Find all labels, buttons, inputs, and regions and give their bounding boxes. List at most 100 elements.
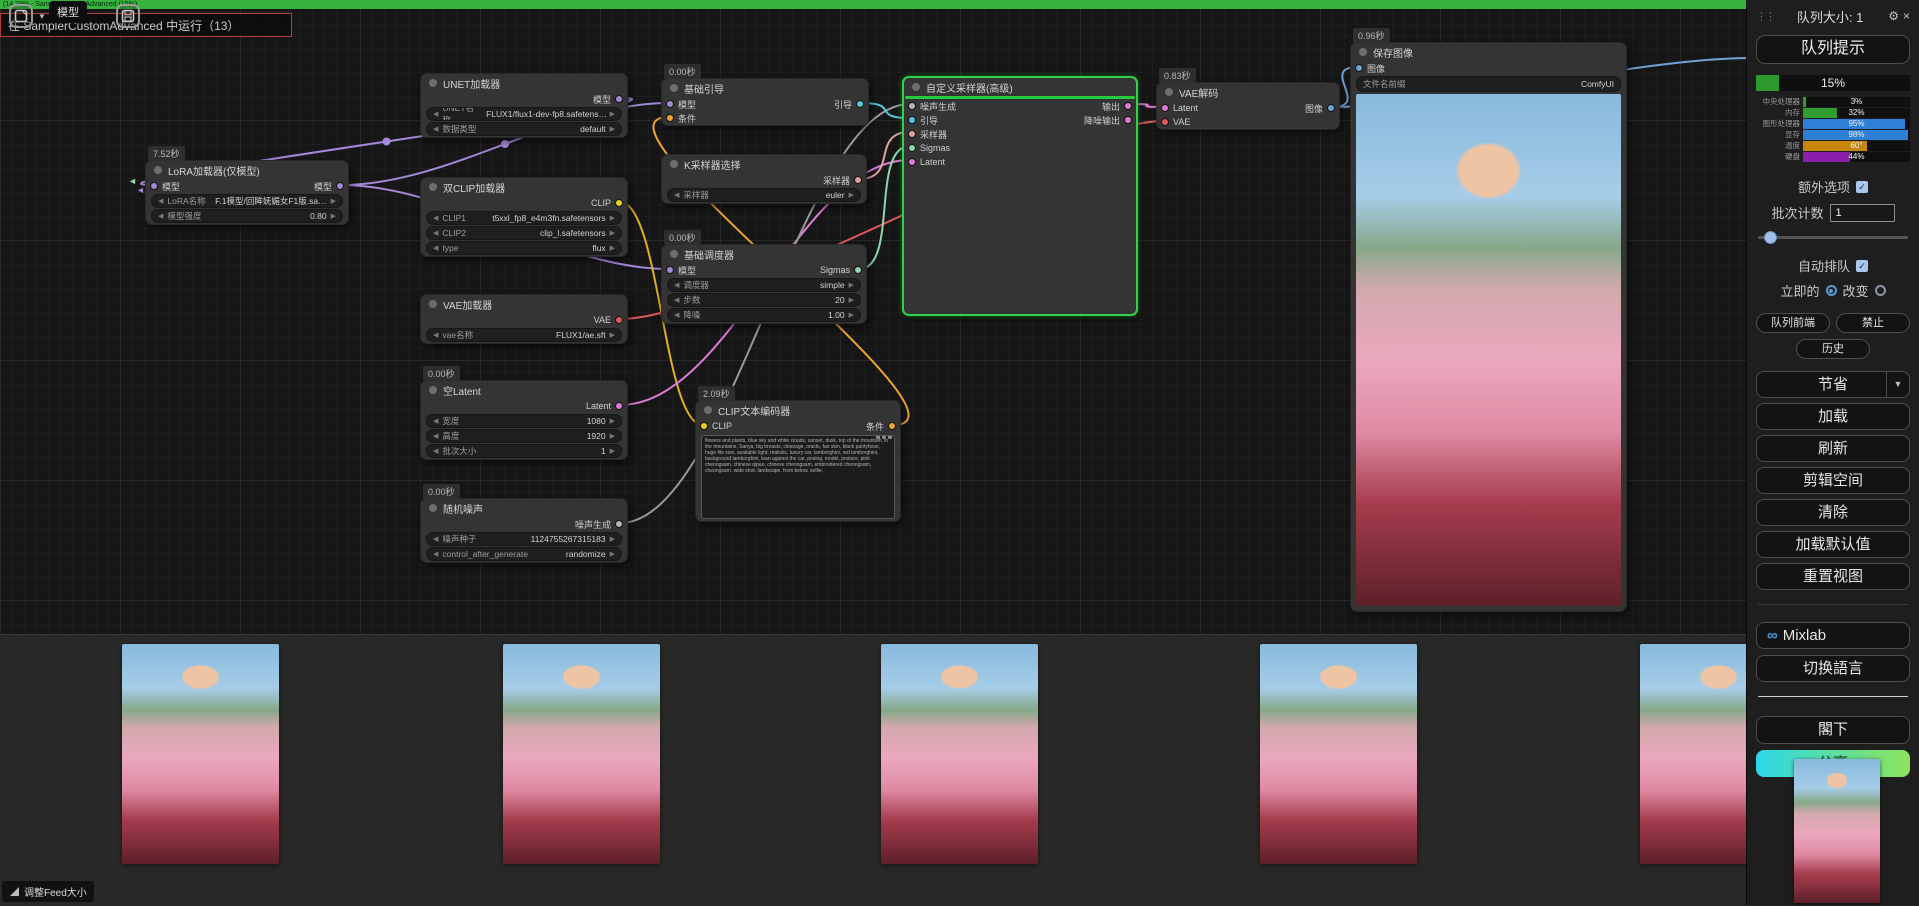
collapse-dot-icon[interactable] — [429, 183, 437, 191]
increment-arrow-icon[interactable]: ▶ — [610, 331, 615, 339]
textarea-toolbar[interactable] — [876, 435, 892, 439]
node-title[interactable]: 基础引导 — [662, 79, 868, 97]
graph-node-vaedecode[interactable]: 0.83秒VAE解码Latent图像VAE — [1156, 82, 1340, 130]
input-port[interactable]: Sigmas — [908, 143, 950, 153]
port-dot-icon[interactable] — [615, 316, 623, 324]
combo-widget[interactable]: ◀步数20▶ — [667, 293, 861, 307]
port-dot-icon[interactable] — [666, 100, 674, 108]
combo-widget[interactable]: ◀噪声种子1124755267315183▶ — [426, 532, 622, 546]
batch-count-slider[interactable] — [1756, 231, 1910, 243]
decrement-arrow-icon[interactable]: ◀ — [433, 125, 438, 133]
port-dot-icon[interactable] — [336, 182, 344, 190]
graph-node-saveimage[interactable]: 0.96秒保存图像图像文件名前缀ComfyUI — [1350, 42, 1627, 612]
port-dot-icon[interactable] — [615, 95, 623, 103]
output-port[interactable]: 模型 — [593, 93, 623, 106]
combo-widget[interactable]: ◀采样器euler▶ — [667, 188, 861, 202]
graph-node-vaeloader[interactable]: VAE加载器 VAE ◀vae名称FLUX1/ae.sft▶ — [420, 294, 628, 344]
increment-arrow-icon[interactable]: ▶ — [610, 447, 615, 455]
output-port[interactable]: Sigmas — [820, 265, 862, 275]
action-button-节省[interactable]: 节省▼ — [1756, 371, 1910, 398]
input-port[interactable]: 噪声生成 — [908, 100, 956, 113]
graph-node-dualclip[interactable]: 双CLIP加载器CLIP◀CLIP1t5xxl_fp8_e4m3fn.safet… — [420, 177, 628, 257]
combo-widget[interactable]: ◀vae名称FLUX1/ae.sft▶ — [426, 328, 622, 342]
save-dropdown-caret[interactable]: ▼ — [1886, 372, 1909, 397]
input-port[interactable]: 模型 — [666, 98, 696, 111]
output-port[interactable]: 噪声生成 — [575, 518, 623, 531]
node-title[interactable]: 基础调度器 — [662, 245, 866, 263]
node-title[interactable]: VAE加载器 — [421, 295, 627, 313]
action-button-刷新[interactable]: 刷新 — [1756, 435, 1910, 462]
radio-change[interactable] — [1875, 285, 1886, 296]
queue-front-button[interactable]: 队列前端 — [1756, 313, 1830, 333]
port-dot-icon[interactable] — [615, 402, 623, 410]
feed-thumbnail[interactable] — [503, 644, 660, 864]
node-title[interactable]: UNET加载器 — [421, 74, 627, 92]
output-port[interactable]: 输出 — [1102, 100, 1132, 113]
combo-widget[interactable]: ◀LoRA名称F.1模型/回眸妩媚女F1版.sa…▶ — [151, 194, 343, 208]
collapse-dot-icon[interactable] — [912, 83, 920, 91]
workflow-menu-caret[interactable]: ▼ — [38, 12, 46, 21]
decrement-arrow-icon[interactable]: ◀ — [674, 311, 679, 319]
node-title[interactable]: VAE解码 — [1157, 83, 1339, 101]
increment-arrow-icon[interactable]: ▶ — [610, 244, 615, 252]
menu-drag-handle[interactable]: ⋮⋮ — [1756, 10, 1774, 23]
feed-thumbnail[interactable] — [122, 644, 279, 864]
input-port[interactable]: 模型 — [150, 180, 180, 193]
action-button-加载默认值[interactable]: 加载默认值 — [1756, 531, 1910, 558]
decrement-arrow-icon[interactable]: ◀ — [433, 229, 438, 237]
combo-widget[interactable]: ◀宽度1080▶ — [426, 414, 622, 428]
node-title[interactable]: 双CLIP加载器 — [421, 178, 627, 196]
decrement-arrow-icon[interactable]: ◀ — [433, 535, 438, 543]
node-title[interactable]: 随机噪声 — [421, 499, 627, 517]
port-dot-icon[interactable] — [666, 114, 674, 122]
increment-arrow-icon[interactable]: ▶ — [610, 417, 615, 425]
graph-node-ksampler[interactable]: K采样器选择采样器◀采样器euler▶ — [661, 154, 867, 204]
increment-arrow-icon[interactable]: ▶ — [610, 125, 615, 133]
increment-arrow-icon[interactable]: ▶ — [849, 296, 854, 304]
text-widget[interactable]: 文件名前缀ComfyUI — [1356, 76, 1621, 92]
combo-widget[interactable]: ◀UNET名称FLUX1/flux1-dev-fp8.safetens…▶ — [426, 107, 622, 121]
collapse-dot-icon[interactable] — [429, 79, 437, 87]
collapse-dot-icon[interactable] — [1165, 88, 1173, 96]
output-port[interactable]: 图像 — [1305, 102, 1335, 115]
output-port[interactable]: 条件 — [866, 420, 896, 433]
collapse-dot-icon[interactable] — [429, 386, 437, 394]
decrement-arrow-icon[interactable]: ◀ — [433, 244, 438, 252]
increment-arrow-icon[interactable]: ▶ — [610, 110, 615, 118]
action-button-重置视图[interactable]: 重置视图 — [1756, 563, 1910, 590]
input-port[interactable]: Latent — [1161, 103, 1198, 113]
port-dot-icon[interactable] — [908, 158, 916, 166]
node-title[interactable]: 自定义采样器(高级) — [904, 78, 1136, 96]
output-port[interactable]: 采样器 — [823, 174, 862, 187]
increment-arrow-icon[interactable]: ▶ — [610, 535, 615, 543]
queue-prompt-button[interactable]: 队列提示 — [1756, 35, 1910, 64]
output-port[interactable]: VAE — [594, 315, 623, 325]
port-dot-icon[interactable] — [615, 520, 623, 528]
node-title[interactable]: 保存图像 — [1351, 43, 1626, 61]
decrement-arrow-icon[interactable]: ◀ — [674, 281, 679, 289]
port-dot-icon[interactable] — [1327, 104, 1335, 112]
combo-widget[interactable]: ◀control_after_generaterandomize▶ — [426, 547, 622, 561]
decrement-arrow-icon[interactable]: ◀ — [433, 110, 438, 118]
mixlab-button[interactable]: ∞Mixlab — [1756, 622, 1910, 649]
graph-node-scheduler[interactable]: 0.00秒基础调度器模型Sigmas◀调度器simple▶◀步数20▶◀降噪1.… — [661, 244, 867, 324]
collapse-dot-icon[interactable] — [704, 406, 712, 414]
node-title[interactable]: 空Latent — [421, 381, 627, 399]
feed-thumbnail[interactable] — [1260, 644, 1417, 864]
combo-widget[interactable]: ◀高度1920▶ — [426, 429, 622, 443]
action-button-剪辑空间[interactable]: 剪辑空间 — [1756, 467, 1910, 494]
settings-gear-icon[interactable]: ⚙ — [1888, 9, 1899, 23]
combo-widget[interactable]: ◀模型强度0.80▶ — [151, 209, 343, 223]
combo-widget[interactable]: ◀调度器simple▶ — [667, 278, 861, 292]
increment-arrow-icon[interactable]: ▶ — [610, 214, 615, 222]
input-port[interactable]: 模型 — [666, 264, 696, 277]
output-port[interactable]: CLIP — [591, 198, 623, 208]
slider-knob[interactable] — [1764, 231, 1777, 244]
input-port[interactable]: Latent — [908, 157, 945, 167]
port-dot-icon[interactable] — [888, 422, 896, 430]
port-dot-icon[interactable] — [615, 199, 623, 207]
increment-arrow-icon[interactable]: ▶ — [849, 191, 854, 199]
sidebar-feed-thumbnail[interactable] — [1794, 759, 1880, 903]
increment-arrow-icon[interactable]: ▶ — [849, 281, 854, 289]
batch-count-input[interactable]: 1 — [1830, 204, 1895, 222]
